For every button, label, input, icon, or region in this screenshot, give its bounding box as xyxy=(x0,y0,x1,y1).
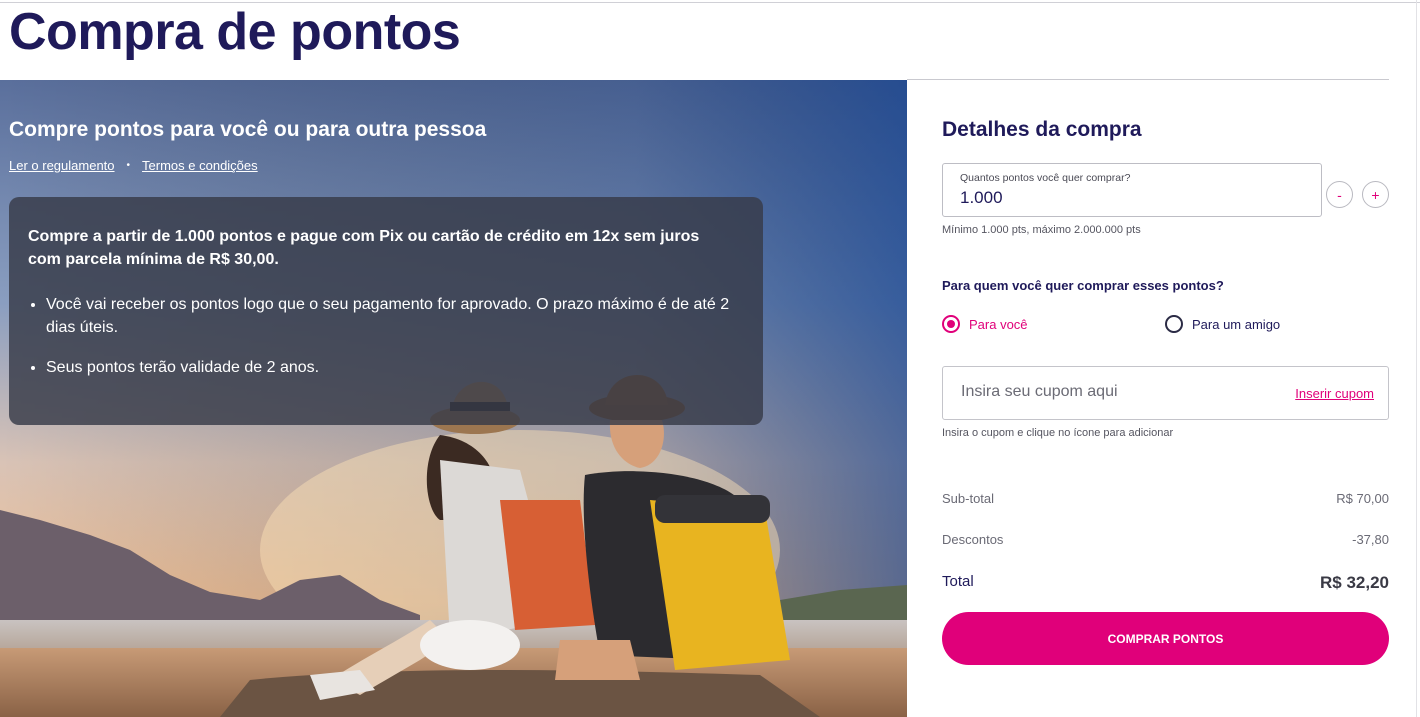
points-label: Quantos pontos você quer comprar? xyxy=(960,172,1131,184)
coupon-input[interactable] xyxy=(961,383,1261,401)
panel-divider xyxy=(907,79,1389,80)
discount-row: Descontos -37,80 xyxy=(942,532,1389,547)
panel-title: Detalhes da compra xyxy=(942,118,1142,141)
discount-value: -37,80 xyxy=(1352,532,1389,547)
info-bullet: Você vai receber os pontos logo que o se… xyxy=(46,293,736,339)
coupon-field[interactable]: Inserir cupom xyxy=(942,366,1389,420)
hero-links: Ler o regulamento • Termos e condições xyxy=(9,158,258,173)
subtotal-value: R$ 70,00 xyxy=(1336,491,1389,506)
total-label: Total xyxy=(942,573,974,590)
total-value: R$ 32,20 xyxy=(1320,573,1389,592)
radio-label: Para você xyxy=(969,316,1028,332)
info-lead: Compre a partir de 1.000 pontos e pague … xyxy=(28,228,700,268)
radio-label: Para um amigo xyxy=(1192,316,1281,332)
points-field[interactable]: Quantos pontos você quer comprar? xyxy=(942,163,1322,217)
points-input[interactable] xyxy=(960,188,1300,208)
info-bullets: Você vai receber os pontos logo que o se… xyxy=(28,293,745,379)
info-box: Compre a partir de 1.000 pontos e pague … xyxy=(9,197,763,425)
buy-points-button[interactable]: COMPRAR PONTOS xyxy=(942,612,1389,665)
link-separator: • xyxy=(126,160,131,171)
discount-label: Descontos xyxy=(942,532,1004,547)
terms-link[interactable]: Termos e condições xyxy=(142,158,258,173)
apply-coupon-link[interactable]: Inserir cupom xyxy=(1295,386,1374,401)
total-row: Total R$ 32,20 xyxy=(942,573,1389,593)
info-bullet: Seus pontos terão validade de 2 anos. xyxy=(46,356,736,379)
radio-for-friend[interactable]: Para um amigo xyxy=(1165,315,1280,333)
points-hint: Mínimo 1.000 pts, máximo 2.000.000 pts xyxy=(942,224,1141,236)
hero-heading: Compre pontos para você ou para outra pe… xyxy=(9,118,487,141)
hero-banner: Compre pontos para você ou para outra pe… xyxy=(0,80,907,717)
decrement-button[interactable]: - xyxy=(1326,181,1353,208)
coupon-hint: Insira o cupom e clique no ícone para ad… xyxy=(942,427,1174,439)
subtotal-row: Sub-total R$ 70,00 xyxy=(942,491,1389,506)
subtotal-label: Sub-total xyxy=(942,491,995,506)
increment-button[interactable]: + xyxy=(1362,181,1389,208)
radio-unselected-icon xyxy=(1165,315,1183,333)
radio-for-you[interactable]: Para você xyxy=(942,315,1028,333)
recipient-question: Para quem você quer comprar esses pontos… xyxy=(942,278,1224,293)
regulation-link[interactable]: Ler o regulamento xyxy=(9,158,115,173)
scrollbar-track[interactable] xyxy=(1416,0,1417,717)
page-title: Compra de pontos xyxy=(9,3,461,61)
radio-selected-icon xyxy=(942,315,960,333)
